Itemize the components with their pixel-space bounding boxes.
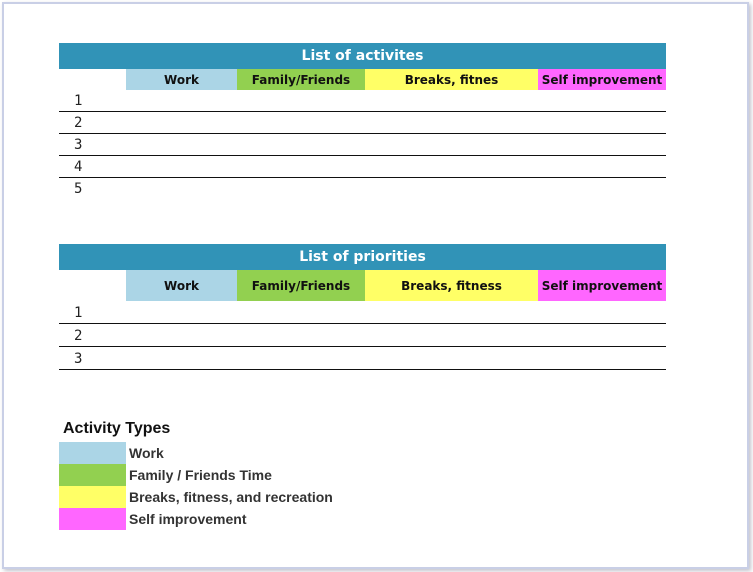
row-number: 1 bbox=[74, 305, 83, 321]
row-number: 4 bbox=[74, 159, 83, 175]
activities-header-row: Work Family/Friends Breaks, fitnes Self … bbox=[59, 69, 666, 90]
table-row[interactable]: 1 bbox=[59, 90, 666, 112]
priorities-header-row: Work Family/Friends Breaks, fitness Self… bbox=[59, 270, 666, 301]
header-work: Work bbox=[126, 270, 237, 301]
header-blank-cell bbox=[59, 270, 126, 301]
header-self-improvement: Self improvement bbox=[538, 270, 666, 301]
activities-title: List of activites bbox=[59, 43, 666, 69]
legend-swatch-self bbox=[59, 508, 126, 530]
legend-item-self: Self improvement bbox=[59, 508, 333, 530]
table-row[interactable]: 3 bbox=[59, 134, 666, 156]
legend-label: Family / Friends Time bbox=[129, 467, 272, 483]
header-breaks-fitness: Breaks, fitness bbox=[365, 270, 538, 301]
header-self-improvement: Self improvement bbox=[538, 69, 666, 90]
row-number: 3 bbox=[74, 351, 83, 367]
table-row[interactable]: 1 bbox=[59, 301, 666, 324]
activities-table: List of activites Work Family/Friends Br… bbox=[59, 43, 666, 199]
row-number: 5 bbox=[74, 181, 83, 197]
header-work: Work bbox=[126, 69, 237, 90]
table-row[interactable]: 4 bbox=[59, 156, 666, 178]
legend-label: Self improvement bbox=[129, 511, 247, 527]
header-blank-cell bbox=[59, 69, 126, 90]
activity-types-legend: Activity Types Work Family / Friends Tim… bbox=[59, 420, 333, 530]
header-family-friends: Family/Friends bbox=[237, 270, 365, 301]
legend-item-work: Work bbox=[59, 442, 333, 464]
priorities-table: List of priorities Work Family/Friends B… bbox=[59, 244, 666, 370]
row-number: 2 bbox=[74, 328, 83, 344]
priorities-title: List of priorities bbox=[59, 244, 666, 270]
legend-swatch-work bbox=[59, 442, 126, 464]
legend-swatch-breaks bbox=[59, 486, 126, 508]
table-row[interactable]: 3 bbox=[59, 347, 666, 370]
legend-swatch-family bbox=[59, 464, 126, 486]
table-row[interactable]: 2 bbox=[59, 112, 666, 134]
row-number: 2 bbox=[74, 115, 83, 131]
legend-item-family: Family / Friends Time bbox=[59, 464, 333, 486]
header-family-friends: Family/Friends bbox=[237, 69, 365, 90]
legend-label: Breaks, fitness, and recreation bbox=[129, 489, 333, 505]
legend-item-breaks: Breaks, fitness, and recreation bbox=[59, 486, 333, 508]
header-breaks-fitness: Breaks, fitnes bbox=[365, 69, 538, 90]
table-row[interactable]: 2 bbox=[59, 324, 666, 347]
row-number: 3 bbox=[74, 137, 83, 153]
row-number: 1 bbox=[74, 93, 83, 109]
legend-title: Activity Types bbox=[63, 420, 171, 437]
legend-label: Work bbox=[129, 445, 164, 461]
table-row[interactable]: 5 bbox=[59, 178, 666, 199]
